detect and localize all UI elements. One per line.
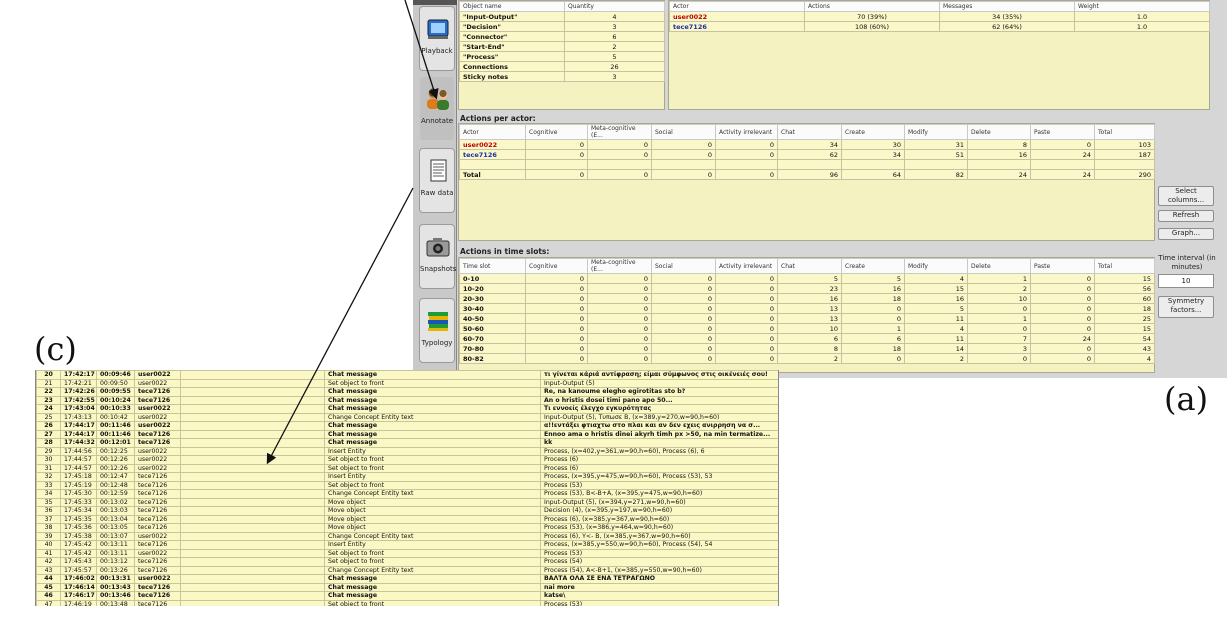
arrow-to-log <box>266 187 414 465</box>
arrow-to-annotate <box>404 0 439 100</box>
annotation-arrows <box>266 0 439 465</box>
